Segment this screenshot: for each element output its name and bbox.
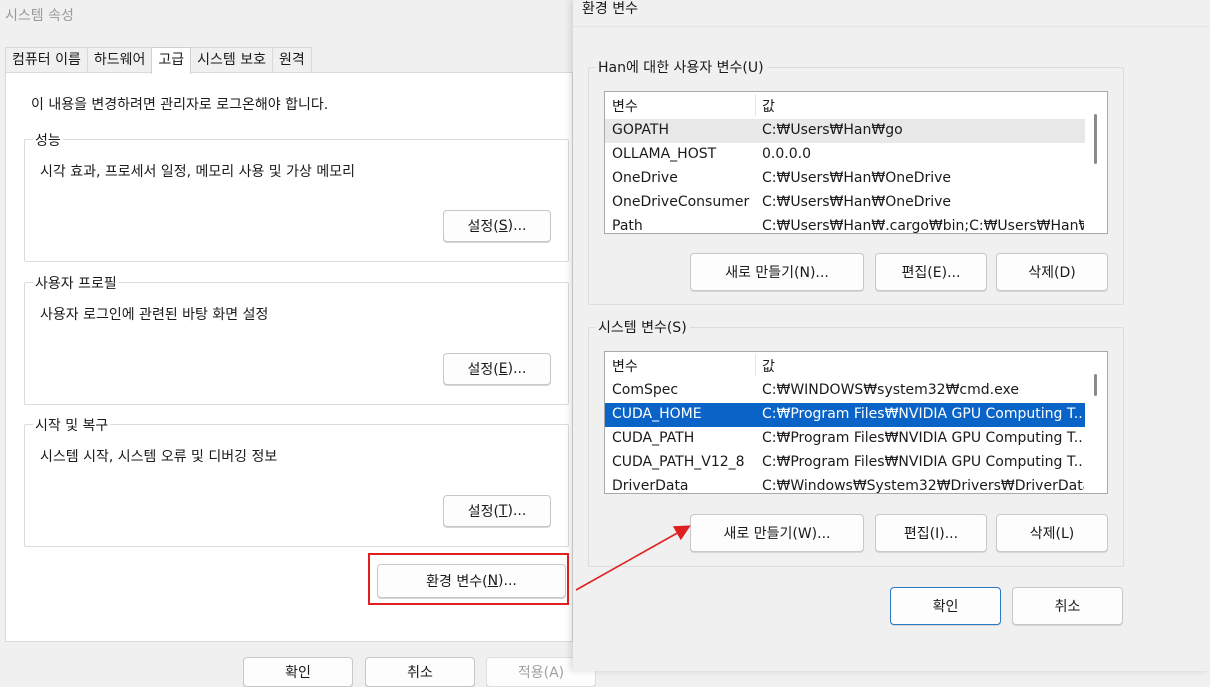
startup-recovery-settings-button[interactable]: 설정(T)... [443, 495, 551, 527]
environment-variables-window: 환경 변수 Han에 대한 사용자 변수(U) 변수 값 GOPATH C:₩Us… [573, 0, 1210, 671]
env-cancel-button[interactable]: 취소 [1012, 587, 1123, 625]
performance-title: 성능 [33, 130, 63, 150]
var-value: C:₩Program Files₩NVIDIA GPU Computing T.… [762, 454, 1084, 470]
button-mnemonic: N [487, 573, 499, 589]
list-item[interactable]: OneDrive C:₩Users₩Han₩OneDrive [605, 167, 1085, 191]
column-divider[interactable] [755, 354, 756, 376]
var-value: C:₩Windows₩System32₩Drivers₩DriverData [762, 478, 1084, 494]
scrollbar-thumb[interactable] [1094, 114, 1097, 164]
performance-settings-button[interactable]: 설정(S)... [443, 210, 551, 242]
new-user-variable-button[interactable]: 새로 만들기(N)... [690, 253, 864, 291]
window-title: 시스템 속성 [5, 8, 74, 24]
performance-desc: 시각 효과, 프로세서 일정, 메모리 사용 및 가상 메모리 [40, 164, 355, 180]
startup-recovery-title: 시작 및 복구 [33, 415, 111, 435]
system-properties-window: 시스템 속성 컴퓨터 이름 하드웨어 고급 시스템 보호 원격 이 내용을 변경… [0, 0, 596, 687]
tab-system-protection[interactable]: 시스템 보호 [190, 47, 274, 73]
user-profile-group: 사용자 프로필 사용자 로그인에 관련된 바탕 화면 설정 설정(E)... [24, 273, 569, 405]
var-name: ComSpec [612, 382, 679, 398]
var-value: C:₩Users₩Han₩.cargo₩bin;C:₩Users₩Han₩.l.… [762, 218, 1084, 234]
var-value: C:₩Program Files₩NVIDIA GPU Computing T.… [762, 430, 1084, 446]
tab-hardware[interactable]: 하드웨어 [86, 47, 153, 73]
button-label-suffix: )... [507, 503, 527, 519]
button-mnemonic: S [498, 218, 508, 234]
vertical-scrollbar[interactable] [1085, 92, 1107, 233]
button-label-suffix: )... [507, 361, 527, 377]
system-variables-group: 시스템 변수(S) 변수 값 ComSpec C:₩WINDOWS₩system3… [588, 317, 1124, 567]
button-label-suffix: )... [498, 573, 517, 589]
column-header-value[interactable]: 값 [762, 96, 775, 116]
performance-group: 성능 시각 효과, 프로세서 일정, 메모리 사용 및 가상 메모리 설정(S)… [24, 130, 569, 262]
user-profile-desc: 사용자 로그인에 관련된 바탕 화면 설정 [40, 307, 269, 323]
column-header-value[interactable]: 값 [762, 356, 775, 376]
var-value: C:₩Program Files₩NVIDIA GPU Computing T.… [762, 406, 1084, 422]
user-profile-settings-button[interactable]: 설정(E)... [443, 353, 551, 385]
button-label: 환경 변수( [426, 574, 488, 590]
button-label: 설정( [467, 504, 499, 520]
var-name: DriverData [612, 478, 689, 494]
delete-system-variable-button[interactable]: 삭제(L) [996, 514, 1108, 552]
env-ok-button[interactable]: 확인 [890, 587, 1001, 625]
new-system-variable-button[interactable]: 새로 만들기(W)... [690, 514, 864, 552]
environment-variables-button[interactable]: 환경 변수(N)... [377, 564, 566, 598]
button-mnemonic: T [498, 503, 508, 519]
button-label: 설정( [467, 219, 499, 235]
delete-user-variable-button[interactable]: 삭제(D) [996, 253, 1108, 291]
user-variables-list[interactable]: 변수 값 GOPATH C:₩Users₩Han₩go OLLAMA_HOST 0.… [604, 91, 1108, 234]
user-variables-title: Han에 대한 사용자 변수(U) [595, 57, 767, 77]
var-name: GOPATH [612, 122, 669, 138]
button-label-suffix: )... [507, 218, 527, 234]
user-variables-group: Han에 대한 사용자 변수(U) 변수 값 GOPATH C:₩Users₩Ha… [588, 57, 1124, 305]
button-label: 설정( [467, 362, 499, 378]
list-item[interactable]: OLLAMA_HOST 0.0.0.0 [605, 143, 1085, 167]
startup-recovery-group: 시작 및 복구 시스템 시작, 시스템 오류 및 디버깅 정보 설정(T)... [24, 415, 569, 547]
list-item[interactable]: CUDA_PATH C:₩Program Files₩NVIDIA GPU Com… [605, 427, 1085, 451]
list-header: 변수 값 [605, 352, 1085, 379]
list-item[interactable]: OneDriveConsumer C:₩Users₩Han₩OneDrive [605, 191, 1085, 215]
startup-recovery-desc: 시스템 시작, 시스템 오류 및 디버깅 정보 [40, 449, 278, 465]
column-header-variable[interactable]: 변수 [612, 96, 638, 116]
var-name: OLLAMA_HOST [612, 146, 717, 162]
env-window-title: 환경 변수 [582, 1, 638, 17]
column-header-variable[interactable]: 변수 [612, 356, 638, 376]
button-mnemonic: E [498, 361, 508, 377]
var-value: C:₩Users₩Han₩OneDrive [762, 170, 952, 186]
tab-computer-name[interactable]: 컴퓨터 이름 [5, 47, 88, 73]
var-name: CUDA_PATH_V12_8 [612, 454, 745, 470]
var-value: C:₩Users₩Han₩OneDrive [762, 194, 952, 210]
system-variables-title: 시스템 변수(S) [595, 317, 690, 337]
var-name: OneDrive [612, 170, 678, 186]
var-value: 0.0.0.0 [762, 146, 811, 162]
var-name: CUDA_PATH [612, 430, 695, 446]
cancel-button[interactable]: 취소 [365, 657, 475, 687]
var-value: C:₩Users₩Han₩go [762, 122, 903, 138]
scrollbar-thumb[interactable] [1094, 374, 1097, 396]
list-item-selected[interactable]: CUDA_HOME C:₩Program Files₩NVIDIA GPU Com… [605, 403, 1085, 427]
column-divider[interactable] [755, 94, 756, 116]
list-item[interactable]: Path C:₩Users₩Han₩.cargo₩bin;C:₩Users₩Han… [605, 215, 1085, 234]
title-separator [573, 26, 1210, 27]
edit-system-variable-button[interactable]: 편집(I)... [875, 514, 987, 552]
tab-bar: 컴퓨터 이름 하드웨어 고급 시스템 보호 원격 [5, 47, 312, 74]
list-item[interactable]: ComSpec C:₩WINDOWS₩system32₩cmd.exe [605, 379, 1085, 403]
admin-note: 이 내용을 변경하려면 관리자로 로그온해야 합니다. [31, 97, 329, 113]
list-item[interactable]: CUDA_PATH_V12_8 C:₩Program Files₩NVIDIA G… [605, 451, 1085, 475]
var-value: C:₩WINDOWS₩system32₩cmd.exe [762, 382, 1019, 398]
edit-user-variable-button[interactable]: 편집(E)... [875, 253, 987, 291]
system-variables-list[interactable]: 변수 값 ComSpec C:₩WINDOWS₩system32₩cmd.exe … [604, 351, 1108, 494]
tab-advanced[interactable]: 고급 [151, 47, 192, 74]
var-name: CUDA_HOME [612, 406, 702, 422]
vertical-scrollbar[interactable] [1085, 352, 1107, 493]
list-header: 변수 값 [605, 92, 1085, 119]
list-item[interactable]: DriverData C:₩Windows₩System32₩Drivers₩Dr… [605, 475, 1085, 494]
tab-remote[interactable]: 원격 [272, 47, 312, 73]
var-name: Path [612, 218, 643, 234]
var-name: OneDriveConsumer [612, 194, 750, 210]
user-profile-title: 사용자 프로필 [33, 273, 119, 293]
list-item[interactable]: GOPATH C:₩Users₩Han₩go [605, 119, 1085, 143]
ok-button[interactable]: 확인 [243, 657, 353, 687]
